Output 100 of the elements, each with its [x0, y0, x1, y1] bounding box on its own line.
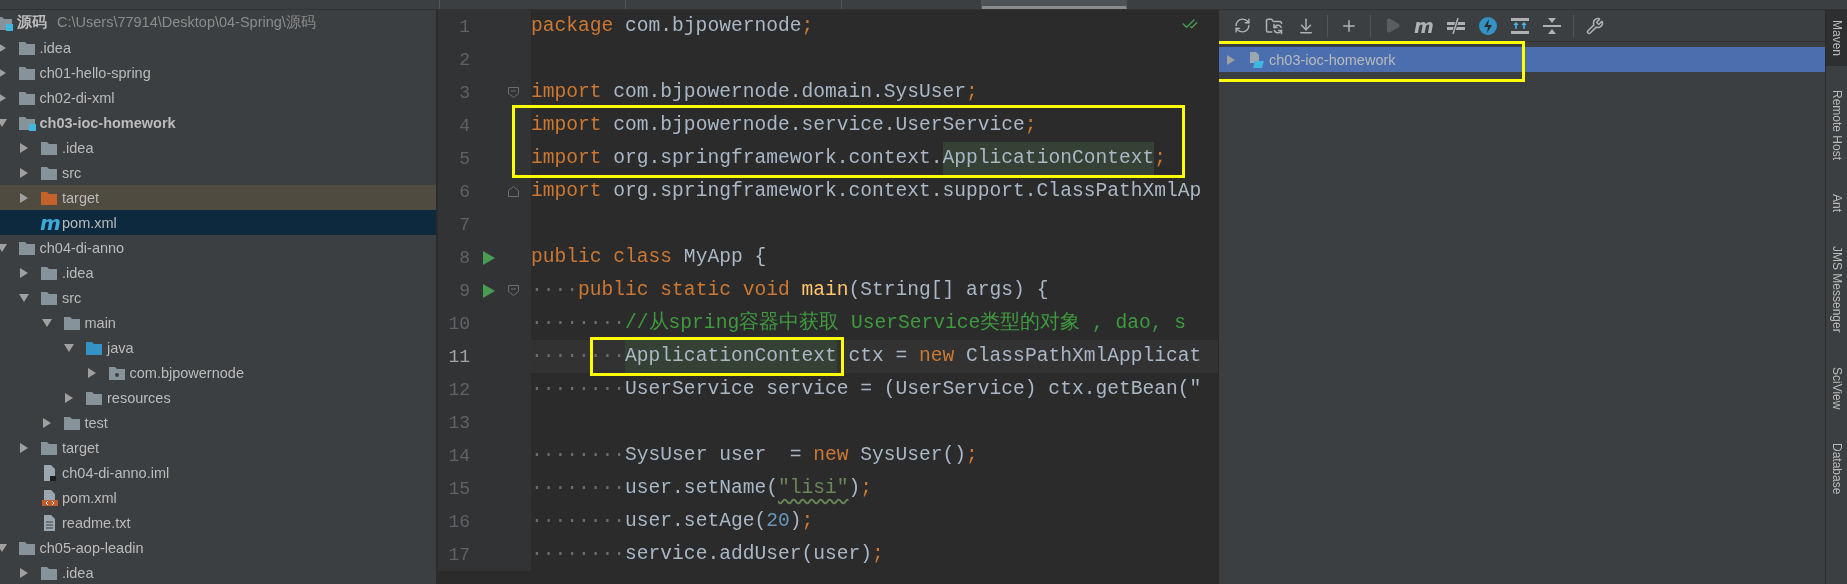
lightning-icon[interactable] [1477, 15, 1499, 36]
expand-arrow-icon[interactable] [18, 166, 30, 179]
code-line: import com.bjpowernode.domain.SysUser; [531, 80, 978, 105]
tree-item[interactable]: .idea [0, 35, 436, 60]
tree-item-label: main [84, 314, 116, 331]
tree-item-label: ch03-ioc-homework [39, 114, 176, 131]
folder-icon [17, 539, 36, 556]
expand-arrow-icon[interactable] [85, 366, 98, 379]
collapse-arrow-icon[interactable] [40, 316, 53, 329]
code-line: ········user.setName("lisi"); [531, 476, 873, 501]
expand-arrow-icon[interactable] [40, 416, 53, 429]
collapse-arrow-icon[interactable] [18, 291, 30, 304]
folder-icon [17, 114, 36, 131]
tree-item[interactable]: ch01-hello-spring [0, 60, 436, 85]
settings-icon[interactable] [1584, 16, 1606, 35]
tree-item-label: src [62, 164, 82, 181]
fold-icon[interactable] [508, 285, 519, 296]
tree-item-label: pom.xml [62, 214, 117, 231]
expand-arrow-icon[interactable] [18, 191, 30, 204]
expand-arrow-icon[interactable] [18, 566, 30, 579]
tree-item-label: ch05-aop-leadin [39, 539, 144, 556]
tree-item[interactable]: ch04-di-anno.iml [0, 460, 436, 485]
tree-item-label: .idea [39, 39, 71, 56]
tree-item-label: target [62, 439, 100, 456]
code-line: public class MyApp { [531, 245, 767, 270]
collapse-all-icon[interactable] [1541, 16, 1563, 35]
tree-item[interactable]: java [0, 335, 436, 360]
tree-item-label: test [84, 414, 108, 431]
tree-item[interactable]: target [0, 435, 436, 460]
folder-icon [0, 14, 13, 31]
tool-window-tab[interactable]: Remote Host [1826, 80, 1847, 171]
folder-icon [85, 389, 103, 406]
tree-item[interactable]: src [0, 285, 436, 310]
tree-item[interactable]: 源码 C:\Users\77914\Desktop\04-Spring\源码 [0, 10, 436, 35]
folder-icon [62, 414, 81, 431]
folder-icon [17, 64, 36, 81]
tree-item[interactable]: pom.xml [0, 485, 436, 510]
tool-window-tab[interactable]: Database [1826, 433, 1847, 505]
folder-icon [40, 189, 58, 206]
expand-arrow-icon[interactable] [18, 141, 30, 154]
tree-item-label: src [62, 289, 82, 306]
tree-item[interactable]: com.bjpowernode [0, 360, 436, 385]
code-line: ········SysUser user = new SysUser(); [531, 443, 978, 468]
tree-item[interactable]: main [0, 310, 436, 335]
project-path: C:\Users\77914\Desktop\04-Spring\源码 [57, 13, 316, 32]
folder-icon [40, 289, 58, 306]
tree-item[interactable]: target [0, 185, 436, 210]
maven-icon: m [40, 212, 58, 233]
tool-window-tab[interactable]: JMS Messenger [1826, 236, 1847, 343]
code-line: import com.bjpowernode.service.UserService; [531, 113, 1037, 138]
tree-item[interactable]: .idea [0, 260, 436, 285]
tool-window-tab[interactable]: SciView [1826, 356, 1847, 420]
tree-item-label: ch01-hello-spring [39, 64, 151, 81]
maven-goal-button[interactable]: m [1413, 14, 1435, 37]
tree-item[interactable]: test [0, 410, 436, 435]
tree-item[interactable]: .idea [0, 560, 436, 584]
tree-item-label: target [62, 189, 100, 206]
file-icon [40, 489, 58, 506]
tree-item[interactable]: readme.txt [0, 510, 436, 535]
tree-item[interactable]: m pom.xml [0, 210, 436, 235]
fold-end-icon[interactable] [508, 186, 519, 197]
code-line: ········UserService service = (UserService) ctx.getBean(" [531, 377, 1202, 402]
folder-icon [40, 564, 58, 581]
expand-arrow-icon[interactable] [18, 266, 30, 279]
folder-sync-icon[interactable] [1263, 16, 1285, 35]
folder-icon [17, 39, 36, 56]
tree-item[interactable]: ch04-di-anno [0, 235, 436, 260]
tree-item[interactable]: ch05-aop-leadin [0, 535, 436, 560]
tool-window-tab[interactable]: Ant [1826, 184, 1847, 223]
tree-item[interactable]: .idea [0, 135, 436, 160]
collapse-arrow-icon[interactable] [0, 116, 8, 129]
fold-icon[interactable] [508, 87, 519, 98]
run-icon[interactable] [482, 249, 496, 266]
folder-icon [17, 239, 36, 256]
expand-all-icon[interactable] [1509, 16, 1531, 35]
tree-item[interactable]: ch02-di-xml [0, 85, 436, 110]
tree-item-label: .idea [62, 139, 94, 156]
code-line: ········//从spring容器中获取 UserService类型的对象 , dao, s [531, 310, 1187, 336]
expand-arrow-icon[interactable] [63, 391, 75, 404]
tree-item-label: .idea [62, 564, 94, 581]
folder-icon [107, 364, 126, 381]
tree-item-label: ch04-di-anno [39, 239, 125, 256]
folder-icon [40, 439, 58, 456]
tool-window-tab[interactable]: Maven [1826, 10, 1847, 67]
tree-item[interactable]: resources [0, 385, 436, 410]
collapse-arrow-icon[interactable] [0, 541, 8, 554]
expand-arrow-icon[interactable] [18, 441, 30, 454]
offline-toggle-icon[interactable] [1445, 16, 1467, 35]
folder-icon [40, 139, 58, 156]
collapse-arrow-icon[interactable] [63, 341, 75, 354]
folder-icon [17, 89, 36, 106]
folder-icon [62, 314, 81, 331]
tree-item[interactable]: ch03-ioc-homework [0, 110, 436, 135]
collapse-arrow-icon[interactable] [0, 241, 8, 254]
folder-icon [40, 264, 58, 281]
tree-item-label: java [107, 339, 134, 356]
code-line: ········user.setAge(20); [531, 509, 814, 534]
run-icon[interactable] [482, 282, 496, 299]
tree-item[interactable]: src [0, 160, 436, 185]
folder-icon [40, 164, 58, 181]
